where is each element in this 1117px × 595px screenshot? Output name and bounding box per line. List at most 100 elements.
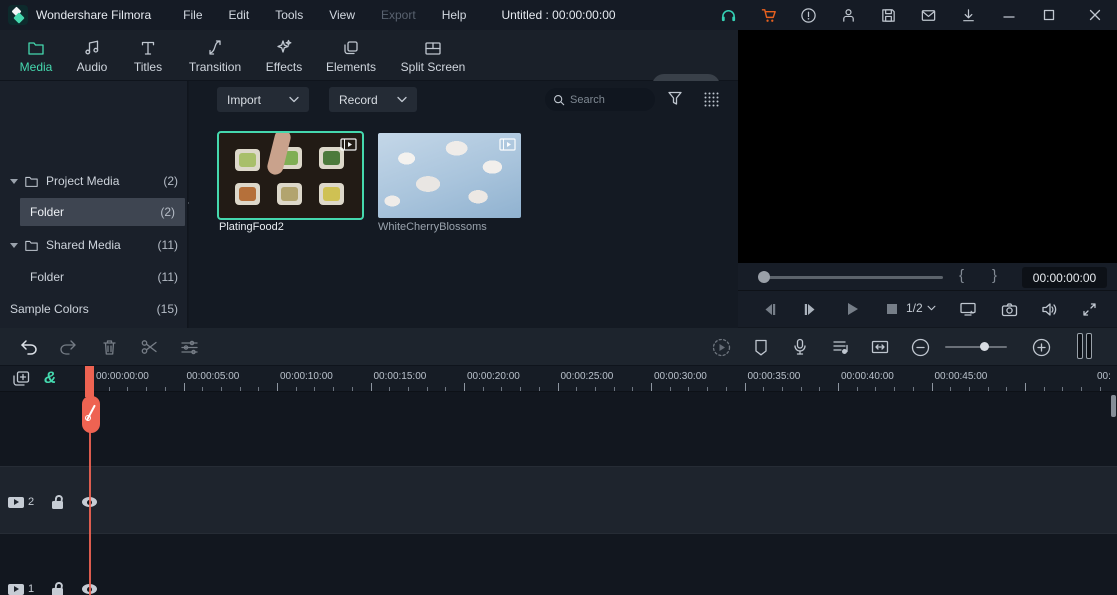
sidebar-item-shared-media[interactable]: Shared Media (11) <box>0 233 188 257</box>
info-icon[interactable] <box>798 5 818 25</box>
mark-in-brace[interactable]: { <box>959 267 964 284</box>
download-icon[interactable] <box>958 5 978 25</box>
maximize-button[interactable] <box>1030 0 1068 30</box>
minimize-button[interactable] <box>990 0 1028 30</box>
lock-open-icon[interactable] <box>52 582 64 595</box>
tab-audio[interactable]: Audio <box>70 36 114 80</box>
split-scissors-icon[interactable] <box>139 337 159 357</box>
menu-tools[interactable]: Tools <box>275 8 303 22</box>
track-row-2[interactable]: 2 <box>0 466 1117 534</box>
ruler-label: 00:00:35:00 <box>748 371 801 382</box>
track-row-1[interactable]: 1 <box>0 534 1117 595</box>
audio-mixer-icon[interactable] <box>830 337 850 357</box>
zoom-slider-handle[interactable] <box>980 342 989 351</box>
preview-screen <box>738 30 1117 263</box>
media-item-whitecherryblossoms[interactable] <box>378 133 521 218</box>
sidebar-item-project-media[interactable]: Project Media (2) <box>0 169 188 193</box>
adjust-properties-icon[interactable] <box>179 337 199 357</box>
scrubber-track[interactable] <box>763 276 943 279</box>
timeline-tracks-area[interactable]: 2 1 <box>0 392 1117 595</box>
search-box[interactable] <box>545 88 655 111</box>
marker-icon[interactable] <box>751 337 771 357</box>
support-headset-icon[interactable] <box>718 5 738 25</box>
play-button[interactable] <box>842 299 862 319</box>
ruler-label: 00:00:15:00 <box>374 371 427 382</box>
tab-effects[interactable]: Effects <box>261 36 307 80</box>
ruler-label: 00:00:20:00 <box>467 371 520 382</box>
tab-media[interactable]: Media <box>13 36 59 80</box>
media-sidebar: Project Media (2) Folder (2) Shared Medi… <box>0 81 188 328</box>
auto-ripple-icon[interactable]: & <box>44 368 56 388</box>
tab-transition[interactable]: Transition <box>183 36 247 80</box>
redo-icon[interactable] <box>58 337 78 357</box>
lock-open-icon[interactable] <box>52 495 64 509</box>
video-clip-icon <box>499 138 516 151</box>
save-icon[interactable] <box>878 5 898 25</box>
feedback-mail-icon[interactable] <box>918 5 938 25</box>
dual-screen-icon[interactable] <box>958 299 978 319</box>
zoom-in-icon[interactable] <box>1031 337 1051 357</box>
media-item-platingfood2[interactable] <box>219 133 362 218</box>
render-preview-icon[interactable] <box>711 337 731 357</box>
quality-dropdown[interactable]: 1/2 <box>906 301 936 315</box>
ruler-label: 00:00:05:00 <box>187 371 240 382</box>
video-track-icon <box>8 497 24 508</box>
menu-view[interactable]: View <box>329 8 355 22</box>
menu-help[interactable]: Help <box>442 8 467 22</box>
timeline-toolbar <box>0 328 1117 366</box>
track-height-bars-icon[interactable] <box>1077 333 1092 359</box>
chevron-down-icon <box>397 96 407 103</box>
menu-export: Export <box>381 8 416 22</box>
snapshot-camera-icon[interactable] <box>999 299 1019 319</box>
undo-icon[interactable] <box>19 337 39 357</box>
zoom-slider[interactable] <box>945 346 1007 348</box>
fullscreen-icon[interactable] <box>1079 299 1099 319</box>
record-dropdown[interactable]: Record <box>329 87 417 112</box>
tab-titles[interactable]: Titles <box>128 36 168 80</box>
zoom-out-icon[interactable] <box>910 337 930 357</box>
tab-split-screen[interactable]: Split Screen <box>398 36 468 80</box>
audio-notes-icon <box>83 36 101 56</box>
import-dropdown[interactable]: Import <box>217 87 309 112</box>
sidebar-item-sample-colors[interactable]: Sample Colors (15) <box>0 297 188 321</box>
media-folder-icon <box>27 36 45 56</box>
caret-down-icon[interactable] <box>10 243 18 248</box>
close-button[interactable] <box>1076 0 1114 30</box>
ruler-label-partial: 00: <box>1097 371 1111 382</box>
previous-frame-button[interactable] <box>760 299 780 319</box>
next-frame-button[interactable] <box>800 299 820 319</box>
timeline-scrollbar[interactable] <box>1111 395 1116 417</box>
search-input[interactable] <box>570 94 640 106</box>
tab-bar: Media Audio Titles Transition Effects El… <box>0 30 738 81</box>
video-clip-icon <box>340 138 357 151</box>
stop-button[interactable] <box>882 299 902 319</box>
menu-file[interactable]: File <box>183 8 202 22</box>
playhead-handle[interactable] <box>82 396 100 433</box>
tab-elements[interactable]: Elements <box>322 36 380 80</box>
mark-out-brace[interactable]: } <box>992 267 997 284</box>
menu-edit[interactable]: Edit <box>229 8 250 22</box>
track-1-header: 1 <box>8 582 97 595</box>
manage-tracks-icon[interactable] <box>12 370 31 388</box>
voiceover-mic-icon[interactable] <box>790 337 810 357</box>
filter-funnel-icon[interactable] <box>667 90 683 107</box>
sidebar-item-shared-folder[interactable]: Folder (11) <box>0 265 188 289</box>
grid-view-icon[interactable] <box>703 91 719 107</box>
sidebar-item-folder-selected[interactable]: Folder (2) <box>20 198 185 226</box>
search-icon <box>553 94 565 106</box>
delete-trash-icon[interactable] <box>99 337 119 357</box>
track-2-header: 2 <box>8 495 97 509</box>
scrubber-handle[interactable] <box>758 271 770 283</box>
split-screen-icon <box>424 36 442 56</box>
caret-down-icon[interactable] <box>10 179 18 184</box>
video-track-icon <box>8 584 24 595</box>
effects-sparkle-icon <box>275 36 293 56</box>
volume-icon[interactable] <box>1039 299 1059 319</box>
ruler-label: 00:00:25:00 <box>561 371 614 382</box>
media-item-name: WhiteCherryBlossoms <box>378 221 487 233</box>
account-icon[interactable] <box>838 5 858 25</box>
store-cart-icon[interactable] <box>758 5 778 25</box>
track-number: 1 <box>28 583 34 595</box>
fit-timeline-icon[interactable] <box>870 337 890 357</box>
ruler-label: 00:00:00:00 <box>96 371 149 382</box>
